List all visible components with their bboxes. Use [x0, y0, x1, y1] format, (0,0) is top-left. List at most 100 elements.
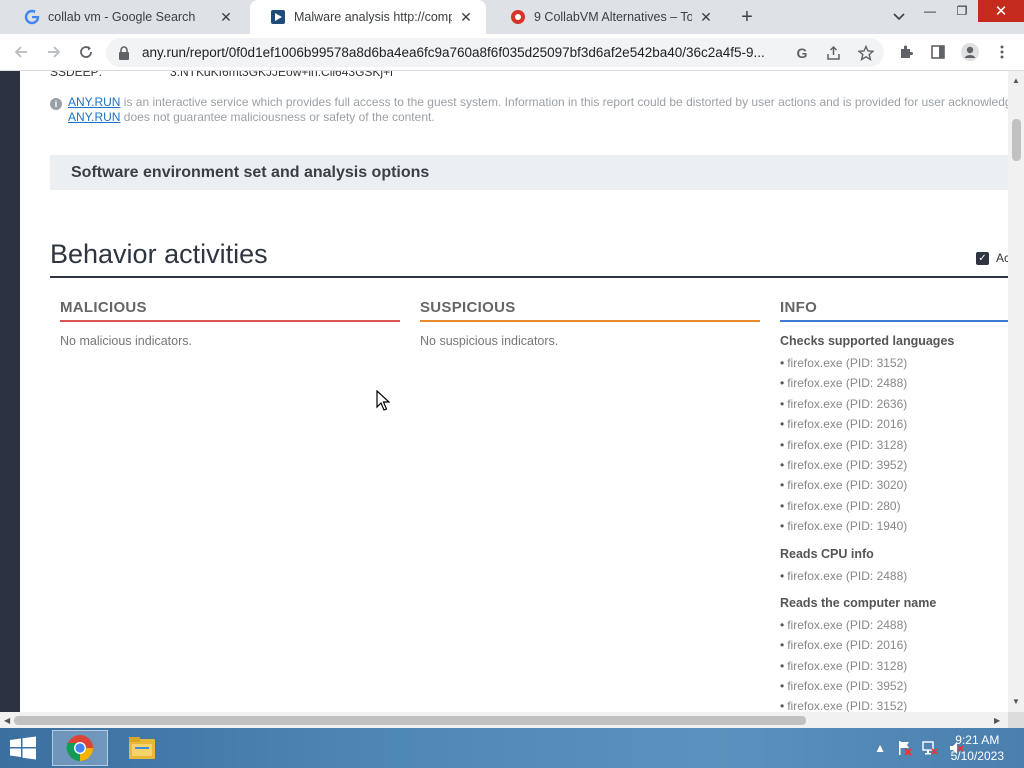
process-item[interactable]: • firefox.exe (PID: 3128) — [780, 435, 1008, 455]
scroll-up-arrow-icon[interactable]: ▲ — [1012, 77, 1020, 85]
ssdeep-value: 3:NTKdKI6mt3GKJJEow+ln:Cll643GSKj+l — [170, 71, 393, 79]
disclaimer-notice: i ANY.RUN is an interactive service which… — [50, 95, 1008, 125]
windows-taskbar: ▲ 9:21 AM 5/10/2023 — [0, 728, 1024, 768]
taskbar-clock[interactable]: 9:21 AM 5/10/2023 — [951, 732, 1004, 764]
process-item[interactable]: • firefox.exe (PID: 3152) — [780, 353, 1008, 373]
ssdeep-label: SSDEEP: — [50, 71, 103, 79]
process-item[interactable]: • firefox.exe (PID: 2636) — [780, 394, 1008, 414]
back-arrow-icon[interactable] — [9, 40, 33, 64]
mouse-cursor-icon — [376, 390, 390, 411]
screen: collab vm - Google Search ✕ Malware anal… — [0, 0, 1024, 768]
group-title: Reads the computer name — [780, 595, 937, 610]
horizontal-scrollbar[interactable]: ◀ ▶ — [0, 712, 1008, 728]
restore-icon[interactable]: ❐ — [946, 0, 978, 22]
scrollbar-corner — [1008, 712, 1024, 728]
vertical-scrollbar[interactable]: ▲ ▼ — [1008, 71, 1024, 712]
side-panel-icon[interactable] — [926, 40, 950, 64]
bookmark-star-icon[interactable] — [856, 43, 876, 63]
malicious-header: MALICIOUS — [60, 299, 147, 316]
left-sidebar — [0, 71, 20, 712]
info-group-cpu: Reads CPU info • firefox.exe (PID: 2488) — [780, 547, 1008, 586]
action-center-flag-icon[interactable] — [896, 740, 912, 756]
anyrun-icon — [270, 9, 286, 25]
url-text: any.run/report/0f0d1ef1006b99578a8d6ba4e… — [142, 45, 765, 60]
checkbox-label: Ac — [996, 251, 1008, 265]
info-group-computer-name: Reads the computer name • firefox.exe (PI… — [780, 596, 1008, 712]
process-item[interactable]: • firefox.exe (PID: 2016) — [780, 635, 1008, 655]
process-item[interactable]: • firefox.exe (PID: 280) — [780, 496, 1008, 516]
behavior-filter-checkbox[interactable]: ✓ Ac — [976, 251, 1008, 265]
tab-collabvm-alternatives[interactable]: 9 CollabVM Alternatives – Top Be ✕ — [490, 0, 726, 34]
tab-malware-analysis[interactable]: Malware analysis http://compute ✕ — [250, 0, 486, 34]
network-icon[interactable] — [922, 740, 938, 756]
process-item[interactable]: • firefox.exe (PID: 3020) — [780, 475, 1008, 495]
process-item[interactable]: • firefox.exe (PID: 3952) — [780, 676, 1008, 696]
process-item[interactable]: • firefox.exe (PID: 2488) — [780, 373, 1008, 393]
new-tab-icon[interactable]: + — [737, 6, 757, 28]
window-controls: — ❐ ✕ — [914, 0, 1024, 24]
process-item[interactable]: • firefox.exe (PID: 1940) — [780, 516, 1008, 536]
close-tab-icon[interactable]: ✕ — [218, 9, 234, 25]
address-bar[interactable]: any.run/report/0f0d1ef1006b99578a8d6ba4e… — [106, 38, 884, 67]
close-window-icon[interactable]: ✕ — [978, 0, 1024, 22]
process-item[interactable]: • firefox.exe (PID: 2488) — [780, 566, 1008, 586]
tab-title: 9 CollabVM Alternatives – Top Be — [534, 10, 692, 24]
browser-toolbar: any.run/report/0f0d1ef1006b99578a8d6ba4e… — [0, 34, 1024, 71]
taskbar-file-explorer[interactable] — [114, 730, 170, 766]
process-item[interactable]: • firefox.exe (PID: 2488) — [780, 615, 1008, 635]
scroll-left-arrow-icon[interactable]: ◀ — [4, 716, 10, 725]
scroll-down-arrow-icon[interactable]: ▼ — [1012, 698, 1020, 706]
suspicious-text: No suspicious indicators. — [420, 334, 559, 348]
malicious-text: No malicious indicators. — [60, 334, 192, 348]
notice-text-line2: does not guarantee maliciousness or safe… — [120, 110, 435, 124]
page-viewport: SSDEEP: 3:NTKdKI6mt3GKJJEow+ln:Cll643GSK… — [0, 71, 1024, 712]
share-icon[interactable] — [824, 43, 844, 63]
taskbar-chrome[interactable] — [52, 730, 108, 766]
info-circle-icon: i — [50, 98, 62, 110]
tab-title: Malware analysis http://compute — [294, 10, 452, 24]
group-title: Reads CPU info — [780, 546, 874, 561]
reload-icon[interactable] — [74, 40, 98, 64]
show-hidden-icons-icon[interactable]: ▲ — [874, 741, 886, 755]
software-environment-section-header[interactable]: Software environment set and analysis op… — [50, 155, 1008, 190]
alternativeto-icon — [510, 9, 526, 25]
profile-avatar-icon[interactable] — [958, 40, 982, 64]
malicious-column: MALICIOUS No malicious indicators. — [60, 299, 400, 348]
close-tab-icon[interactable]: ✕ — [458, 9, 474, 25]
suspicious-header: SUSPICIOUS — [420, 299, 516, 316]
process-item[interactable]: • firefox.exe (PID: 3152) — [780, 696, 1008, 712]
clock-time: 9:21 AM — [955, 733, 1000, 747]
anyrun-link[interactable]: ANY.RUN — [68, 95, 120, 109]
suspicious-column: SUSPICIOUS No suspicious indicators. — [420, 299, 760, 348]
process-item[interactable]: • firefox.exe (PID: 2016) — [780, 414, 1008, 434]
process-item[interactable]: • firefox.exe (PID: 3128) — [780, 656, 1008, 676]
info-column: INFO Checks supported languages • firefox… — [780, 299, 1008, 712]
menu-kebab-icon[interactable] — [990, 40, 1014, 64]
suspicious-rule — [420, 320, 760, 322]
google-translate-icon[interactable]: G — [792, 43, 812, 63]
lock-icon[interactable] — [118, 45, 132, 60]
tab-search-chevron-icon[interactable] — [890, 8, 908, 26]
anyrun-link[interactable]: ANY.RUN — [68, 110, 120, 124]
scroll-right-arrow-icon[interactable]: ▶ — [994, 716, 1000, 725]
info-rule — [780, 320, 1008, 322]
horizontal-scroll-thumb[interactable] — [14, 716, 806, 725]
info-header: INFO — [780, 299, 818, 316]
vertical-scroll-thumb[interactable] — [1012, 119, 1021, 161]
minimize-icon[interactable]: — — [914, 0, 946, 22]
tab-title: collab vm - Google Search — [48, 10, 196, 24]
report-page: SSDEEP: 3:NTKdKI6mt3GKJJEow+ln:Cll643GSK… — [20, 71, 1008, 712]
windows-start-icon[interactable] — [8, 736, 38, 760]
heading-divider — [50, 276, 1008, 278]
process-item[interactable]: • firefox.exe (PID: 3952) — [780, 455, 1008, 475]
malicious-rule — [60, 320, 400, 322]
extensions-puzzle-icon[interactable] — [894, 40, 918, 64]
tab-google-search[interactable]: collab vm - Google Search ✕ — [4, 0, 246, 34]
chrome-icon — [66, 735, 93, 761]
checkbox-checked-icon[interactable]: ✓ — [976, 251, 989, 265]
tab-strip: collab vm - Google Search ✕ Malware anal… — [0, 0, 1024, 34]
behavior-activities-heading: Behavior activities — [50, 239, 268, 269]
close-tab-icon[interactable]: ✕ — [698, 9, 714, 25]
google-icon — [24, 9, 40, 25]
forward-arrow-icon[interactable] — [42, 40, 66, 64]
